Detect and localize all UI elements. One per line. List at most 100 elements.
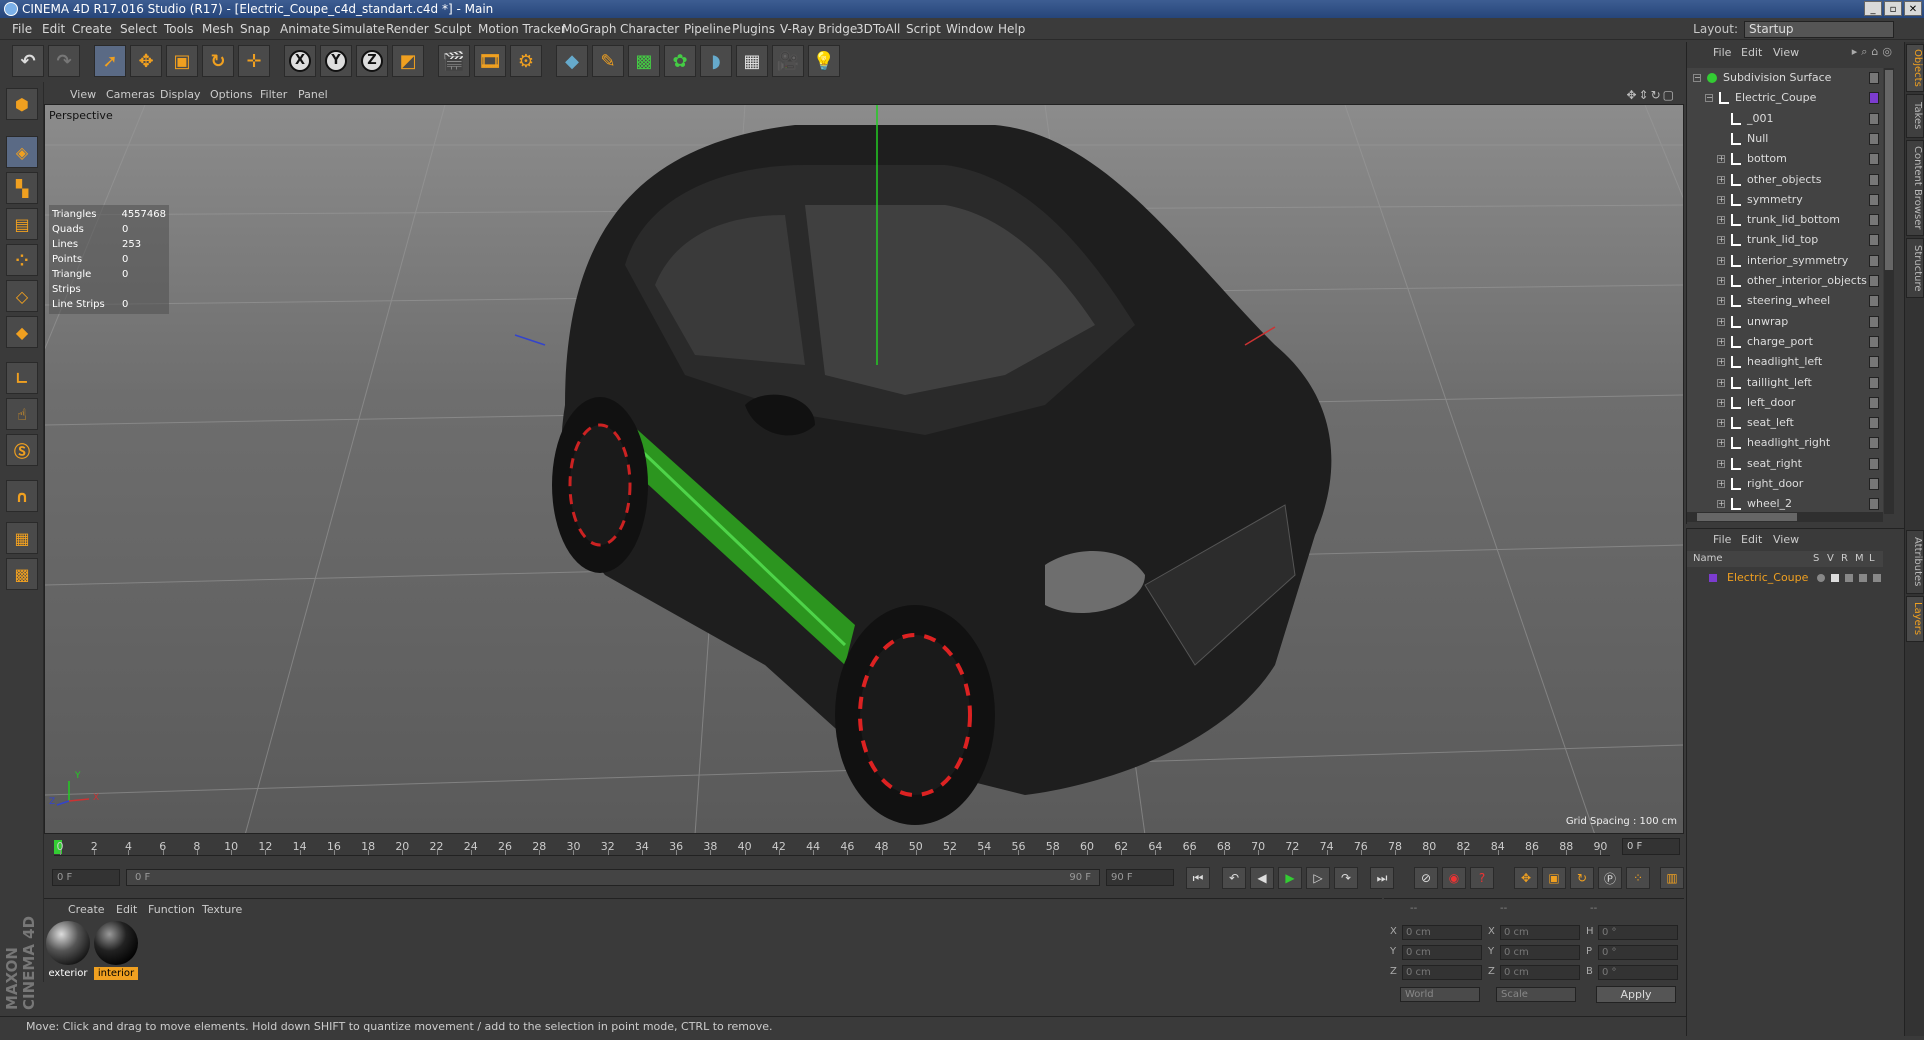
position-z-input[interactable]: 0 cm (1402, 965, 1482, 980)
workplane-lock-icon[interactable]: ▦ (6, 522, 38, 554)
object-tree-item[interactable]: + headlight_left (1687, 352, 1883, 372)
object-visibility-toggle[interactable] (1869, 457, 1879, 470)
snap-magnet-icon[interactable]: ∩ (6, 480, 38, 512)
expand-toggle-icon[interactable]: + (1717, 277, 1725, 285)
object-tree-item[interactable]: + seat_left (1687, 413, 1883, 433)
expand-toggle-icon[interactable]: + (1717, 419, 1725, 428)
menu-edit[interactable]: Edit (42, 22, 65, 36)
object-tree-item[interactable]: + headlight_right (1687, 433, 1883, 453)
object-tree-hscrollbar[interactable] (1687, 512, 1883, 522)
object-tree-item[interactable]: − Electric_Coupe (1687, 88, 1883, 108)
object-tree-item[interactable]: + steering_wheel (1687, 291, 1883, 311)
undo-icon[interactable]: ↶ (12, 45, 44, 77)
record-keys-icon[interactable]: ⊘ (1414, 867, 1438, 889)
expand-toggle-icon[interactable]: + (1717, 236, 1725, 245)
expand-toggle-icon[interactable]: + (1717, 378, 1725, 387)
object-visibility-toggle[interactable] (1869, 315, 1879, 328)
material-menu-create[interactable]: Create (68, 903, 105, 916)
material-menu-edit[interactable]: Edit (116, 903, 137, 916)
material-menu-texture[interactable]: Texture (202, 903, 242, 916)
object-visibility-toggle[interactable] (1869, 275, 1879, 287)
tab-objects[interactable]: Objects (1906, 44, 1924, 92)
object-visibility-toggle[interactable] (1869, 214, 1879, 227)
axis-mode-icon[interactable]: ∟ (6, 362, 38, 394)
object-tree-item[interactable]: + bottom (1687, 149, 1883, 169)
coordinate-system-icon[interactable]: ◩ (392, 45, 424, 77)
next-frame-icon[interactable]: ▷ (1306, 867, 1330, 889)
object-tree-scrollbar[interactable] (1884, 68, 1894, 514)
object-visibility-toggle[interactable] (1869, 437, 1879, 450)
minimize-button[interactable]: _ (1864, 1, 1882, 16)
expand-toggle-icon[interactable]: + (1717, 256, 1725, 265)
viewport-menu-cameras[interactable]: Cameras (106, 88, 155, 101)
viewport-menu-filter[interactable]: Filter (260, 88, 287, 101)
next-key-icon[interactable]: ↷ (1334, 867, 1358, 889)
workplane-mode-icon[interactable]: ▤ (6, 208, 38, 240)
edges-mode-icon[interactable]: ◇ (6, 280, 38, 312)
object-visibility-toggle[interactable] (1869, 92, 1879, 105)
material-exterior[interactable]: exterior (46, 921, 90, 980)
menu-vray-bridge[interactable]: V-Ray Bridge (780, 22, 857, 36)
rotation-h-input[interactable]: 0 ° (1598, 925, 1678, 940)
goto-end-icon[interactable]: ⏭ (1370, 867, 1394, 889)
redo-icon[interactable]: ↷ (48, 45, 80, 77)
rotation-p-input[interactable]: 0 ° (1598, 945, 1678, 960)
object-tree-item[interactable]: + other_interior_objects (1687, 271, 1883, 291)
array-cloner-icon[interactable]: ✿ (664, 45, 696, 77)
object-visibility-toggle[interactable] (1869, 478, 1879, 490)
layer-render-toggle[interactable] (1845, 574, 1853, 582)
make-editable-icon[interactable]: ⬢ (6, 88, 38, 120)
render-settings-icon[interactable]: ⚙ (510, 45, 542, 77)
tab-content-browser[interactable]: Content Browser (1906, 140, 1924, 236)
goto-start-icon[interactable]: ⏮ (1186, 867, 1210, 889)
cube-object-icon[interactable]: ◆ (556, 45, 588, 77)
maximize-button[interactable]: ▫ (1884, 1, 1902, 16)
points-mode-icon[interactable]: ⁘ (6, 244, 38, 276)
expand-toggle-icon[interactable]: + (1717, 195, 1725, 204)
menu-file[interactable]: File (12, 22, 32, 36)
expand-toggle-icon[interactable]: + (1717, 297, 1725, 306)
object-visibility-toggle[interactable] (1869, 112, 1879, 125)
key-rotation-icon[interactable]: ↻ (1570, 867, 1594, 889)
menu-sculpt[interactable]: Sculpt (434, 22, 471, 36)
menu-script[interactable]: Script (906, 22, 941, 36)
z-axis-lock-icon[interactable]: Z (356, 45, 388, 77)
object-tree-item[interactable]: + unwrap (1687, 312, 1883, 332)
object-tree-item[interactable]: + left_door (1687, 393, 1883, 413)
floor-scene-icon[interactable]: ▦ (736, 45, 768, 77)
layer-solo-toggle[interactable] (1817, 574, 1825, 582)
light-icon[interactable]: 💡 (808, 45, 840, 77)
object-tree-item[interactable]: − Subdivision Surface (1687, 68, 1883, 88)
y-axis-lock-icon[interactable]: Y (320, 45, 352, 77)
object-visibility-toggle[interactable] (1869, 498, 1879, 511)
size-x-input[interactable]: 0 cm (1500, 925, 1580, 940)
menu-create[interactable]: Create (72, 22, 112, 36)
scale-tool-icon[interactable]: ▣ (166, 45, 198, 77)
scrollbar-thumb[interactable] (1885, 70, 1893, 270)
menu-mesh[interactable]: Mesh (202, 22, 234, 36)
size-z-input[interactable]: 0 cm (1500, 965, 1580, 980)
tab-attributes[interactable]: Attributes (1906, 530, 1924, 594)
tweak-mode-icon[interactable]: ☝ (6, 398, 38, 430)
menu-mograph[interactable]: MoGraph (562, 22, 617, 36)
expand-toggle-icon[interactable]: + (1717, 317, 1725, 326)
object-tree-item[interactable]: + seat_right (1687, 454, 1883, 474)
pen-spline-icon[interactable]: ✎ (592, 45, 624, 77)
timeline-frame-field[interactable]: 0 F (1622, 838, 1680, 855)
close-button[interactable]: ✕ (1904, 1, 1922, 16)
workplane-grid-icon[interactable]: ▩ (6, 558, 38, 590)
object-tree-item[interactable]: + trunk_lid_bottom (1687, 210, 1883, 230)
menu-simulate[interactable]: Simulate (332, 22, 385, 36)
layers-menu-file[interactable]: File (1713, 533, 1731, 546)
preview-range-slider[interactable]: 0 F 90 F (126, 869, 1100, 886)
key-pla-icon[interactable]: ⁘ (1626, 867, 1650, 889)
menu-render[interactable]: Render (386, 22, 429, 36)
object-tree-item[interactable]: + interior_symmetry (1687, 251, 1883, 271)
object-visibility-toggle[interactable] (1869, 417, 1879, 430)
timeline-ruler[interactable]: 0 2 4 6 8 10 12 14 16 18 20 22 24 26 28 30 32 34 36 38 40 42 4… (54, 838, 1610, 856)
object-visibility-toggle[interactable] (1869, 153, 1879, 166)
render-picture-viewer-icon[interactable]: 🎞 (474, 45, 506, 77)
menu-plugins[interactable]: Plugins (732, 22, 775, 36)
model-mode-icon[interactable]: ◈ (6, 136, 38, 168)
object-visibility-toggle[interactable] (1869, 376, 1879, 389)
